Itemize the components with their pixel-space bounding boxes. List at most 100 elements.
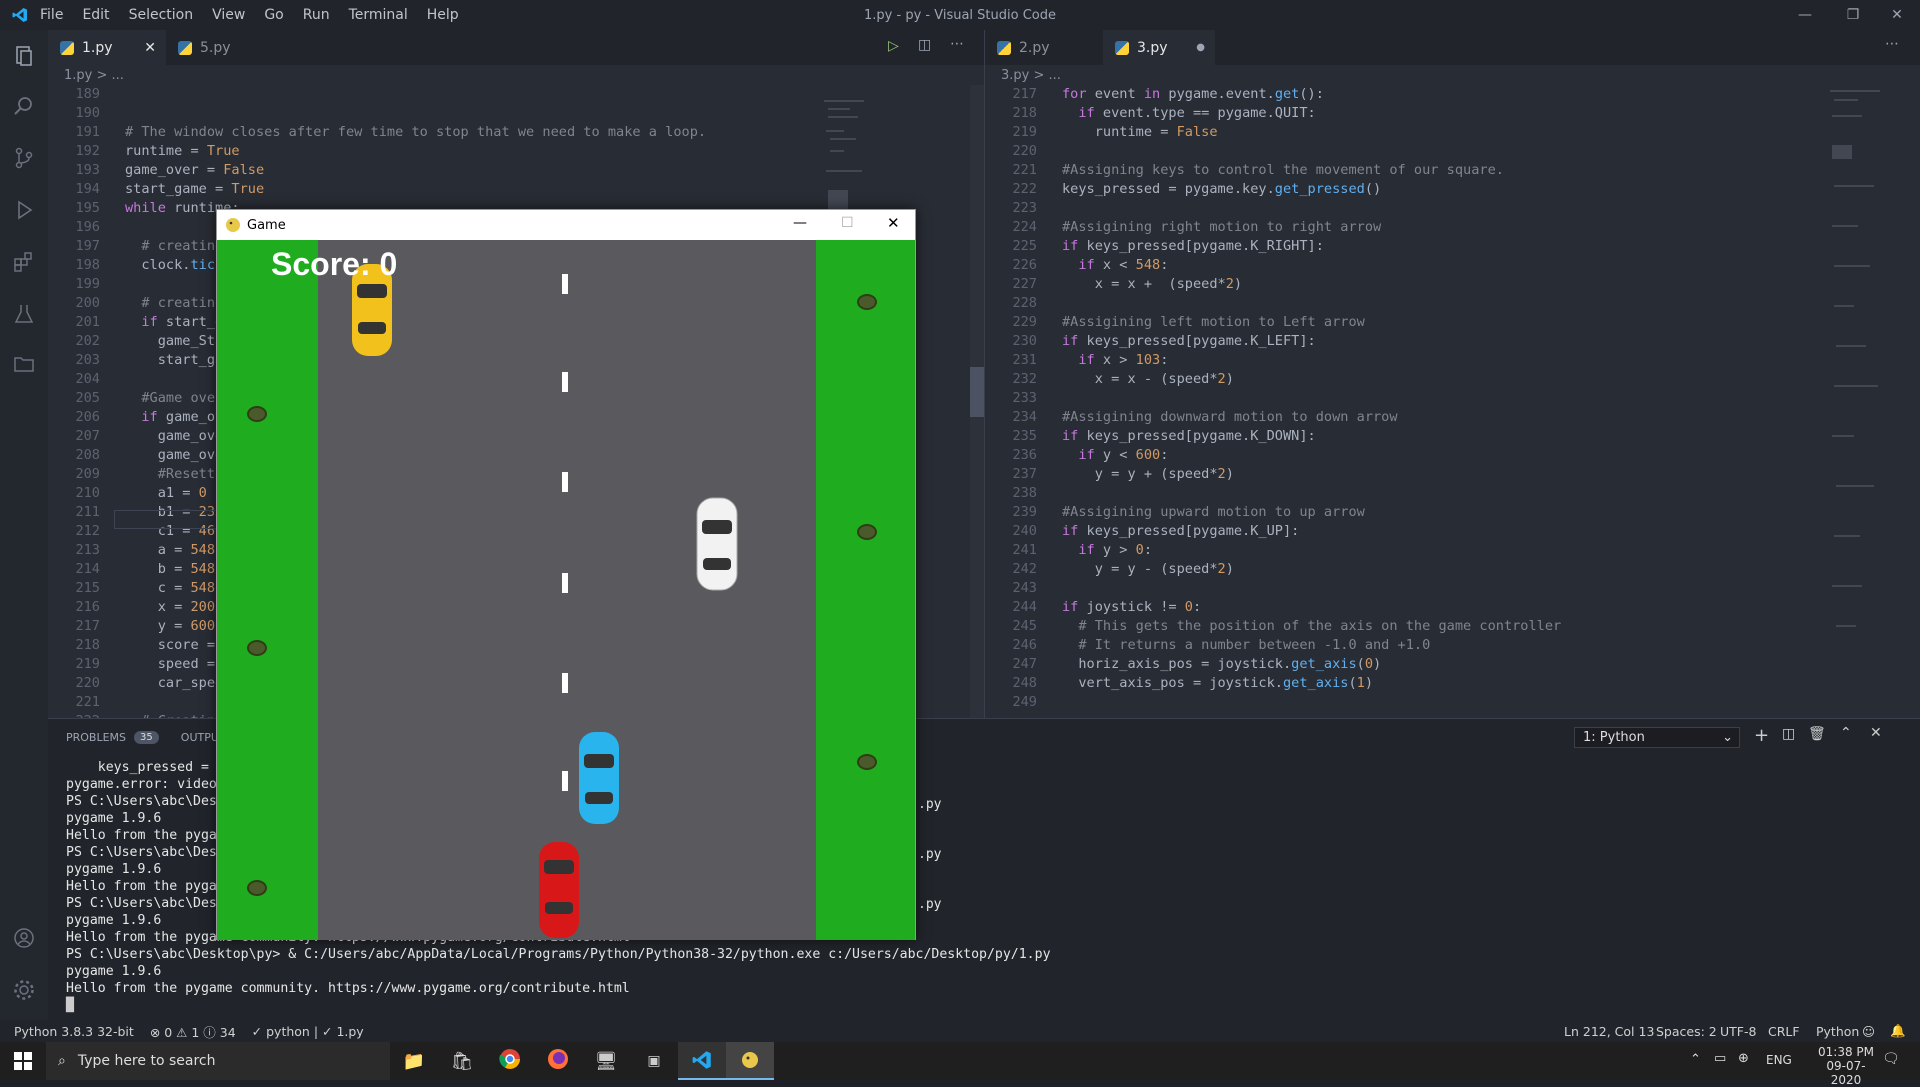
minimize-icon[interactable]: — (1782, 0, 1828, 30)
code-line[interactable]: 190 (48, 104, 706, 123)
code-line[interactable]: 249 (985, 693, 1561, 712)
code-line[interactable]: 240 if keys_pressed[pygame.K_UP]: (985, 522, 1561, 541)
indentation[interactable]: Spaces: 2 (1656, 1024, 1717, 1039)
encoding[interactable]: UTF-8 (1720, 1024, 1756, 1039)
run-debug-icon[interactable] (8, 194, 40, 226)
menu-terminal[interactable]: Terminal (349, 7, 408, 23)
code-line[interactable]: 236 if y < 600: (985, 446, 1561, 465)
code-line[interactable]: 235 if keys_pressed[pygame.K_DOWN]: (985, 427, 1561, 446)
code-line[interactable]: 246 # It returns a number between -1.0 a… (985, 636, 1561, 655)
minimize-icon[interactable]: — (793, 215, 807, 231)
code-line[interactable]: 242 y = y - (speed*2) (985, 560, 1561, 579)
code-line[interactable]: 243 (985, 579, 1561, 598)
code-line[interactable]: 227 x = x + (speed*2) (985, 275, 1561, 294)
vertical-scrollbar[interactable] (970, 85, 984, 718)
menu-view[interactable]: View (212, 7, 245, 23)
close-icon[interactable]: ✕ (1874, 0, 1920, 30)
lint-status[interactable]: ✓ python | ✓ 1.py (252, 1024, 364, 1039)
testing-icon[interactable] (8, 298, 40, 330)
maximize-icon[interactable]: ☐ (841, 215, 854, 231)
split-editor-icon[interactable]: ◫ (918, 37, 931, 53)
tab-3-py[interactable]: 3.py ● (1103, 30, 1215, 65)
code-line[interactable]: 244 if joystick != 0: (985, 598, 1561, 617)
code-line[interactable]: 241 if y > 0: (985, 541, 1561, 560)
menu-run[interactable]: Run (303, 7, 330, 23)
code-line[interactable]: 223 (985, 199, 1561, 218)
code-line[interactable]: 220 (985, 142, 1561, 161)
code-line[interactable]: 231 if x > 103: (985, 351, 1561, 370)
account-icon[interactable] (8, 922, 40, 954)
menu-file[interactable]: File (40, 7, 63, 23)
split-terminal-icon[interactable]: ◫ (1782, 726, 1795, 742)
maximize-panel-icon[interactable]: ⌃ (1840, 725, 1852, 741)
source-control-icon[interactable] (8, 142, 40, 174)
app-icon[interactable]: 🖥 (582, 1051, 630, 1072)
unsaved-dot-icon[interactable]: ● (1196, 42, 1205, 53)
close-icon[interactable]: ✕ (887, 214, 900, 232)
minimap[interactable] (1830, 85, 1900, 685)
code-line[interactable]: 238 (985, 484, 1561, 503)
pygame-taskbar-icon[interactable] (726, 1042, 774, 1080)
new-terminal-icon[interactable]: + (1754, 725, 1769, 746)
restore-icon[interactable]: ❐ (1830, 0, 1876, 30)
tray-chevron-icon[interactable]: ⌃ (1690, 1052, 1701, 1067)
close-panel-icon[interactable]: ✕ (1870, 725, 1882, 741)
code-line[interactable]: 237 y = y + (speed*2) (985, 465, 1561, 484)
game-titlebar[interactable]: Game — ☐ ✕ (217, 210, 915, 240)
code-line[interactable]: 245 # This gets the position of the axis… (985, 617, 1561, 636)
python-interpreter[interactable]: Python 3.8.3 32-bit (14, 1024, 134, 1039)
code-line[interactable]: 217 for event in pygame.event.get(): (985, 85, 1561, 104)
code-line[interactable]: 224 #Assigining right motion to right arr… (985, 218, 1561, 237)
code-line[interactable]: 219 runtime = False (985, 123, 1561, 142)
menu-go[interactable]: Go (264, 7, 283, 23)
settings-gear-icon[interactable] (8, 974, 40, 1006)
close-tab-icon[interactable]: ✕ (144, 40, 156, 56)
store-icon[interactable]: 🛍 (438, 1051, 486, 1072)
code-area[interactable]: 217 for event in pygame.event.get(): 218 i… (985, 85, 1795, 718)
clock[interactable]: 01:38 PM 09-07-2020 (1812, 1045, 1880, 1087)
tab-5-py[interactable]: 5.py (166, 30, 286, 65)
code-line[interactable]: 226 if x < 548: (985, 256, 1561, 275)
tab-2-py[interactable]: 2.py (985, 30, 1103, 65)
menu-edit[interactable]: Edit (82, 7, 109, 23)
breadcrumb[interactable]: 3.py > ... (985, 65, 1920, 85)
taskbar-search[interactable]: ⌕ Type here to search (46, 1042, 390, 1080)
code-line[interactable]: 230 if keys_pressed[pygame.K_LEFT]: (985, 332, 1561, 351)
terminal-icon[interactable]: ▣ (630, 1053, 678, 1069)
firefox-icon[interactable] (534, 1048, 582, 1074)
game-canvas[interactable]: Score: 0 (217, 240, 915, 940)
code-line[interactable]: 194 start_game = True (48, 180, 706, 199)
run-file-icon[interactable]: ▷ (888, 38, 899, 54)
code-line[interactable]: 221 #Assigning keys to control the moveme… (985, 161, 1561, 180)
code-line[interactable]: 222 keys_pressed = pygame.key.get_pressed… (985, 180, 1561, 199)
code-line[interactable]: 232 x = x - (speed*2) (985, 370, 1561, 389)
notifications-icon[interactable]: 🗨 (1882, 1051, 1900, 1067)
code-line[interactable]: 239 #Assigining upward motion to up arrow (985, 503, 1561, 522)
code-line[interactable]: 191 # The window closes after few time to… (48, 123, 706, 142)
extensions-icon[interactable] (8, 246, 40, 278)
game-window[interactable]: Game — ☐ ✕ Score: 0 (216, 209, 916, 940)
code-line[interactable]: 247 horiz_axis_pos = joystick.get_axis(0… (985, 655, 1561, 674)
tab-problems[interactable]: PROBLEMS (66, 731, 126, 744)
explorer-icon[interactable] (8, 40, 40, 72)
vscode-taskbar-icon[interactable] (678, 1042, 726, 1080)
code-line[interactable]: 233 (985, 389, 1561, 408)
language-indicator[interactable]: ENG (1766, 1053, 1792, 1067)
code-line[interactable]: 234 #Assigining downward motion to down a… (985, 408, 1561, 427)
terminal-select[interactable]: 1: Python ⌄ (1574, 727, 1740, 748)
windows-start-icon[interactable] (0, 1042, 46, 1080)
menu-selection[interactable]: Selection (129, 7, 194, 23)
more-actions-icon[interactable]: ⋯ (950, 36, 964, 52)
search-icon[interactable] (8, 90, 40, 122)
eol[interactable]: CRLF (1768, 1024, 1800, 1039)
file-explorer-icon[interactable]: 📁 (390, 1051, 438, 1072)
code-line[interactable]: 218 if event.type == pygame.QUIT: (985, 104, 1561, 123)
battery-icon[interactable]: ▭ (1714, 1051, 1726, 1066)
code-line[interactable]: 189 (48, 85, 706, 104)
problems-status[interactable]: ⊗ 0 ⚠ 1 ⓘ 34 (150, 1022, 236, 1041)
code-line[interactable]: 192 runtime = True (48, 142, 706, 161)
code-line[interactable]: 248 vert_axis_pos = joystick.get_axis(1) (985, 674, 1561, 693)
more-actions-icon[interactable]: ⋯ (1885, 36, 1899, 52)
chrome-icon[interactable] (486, 1048, 534, 1074)
language-mode[interactable]: Python (1816, 1024, 1859, 1039)
